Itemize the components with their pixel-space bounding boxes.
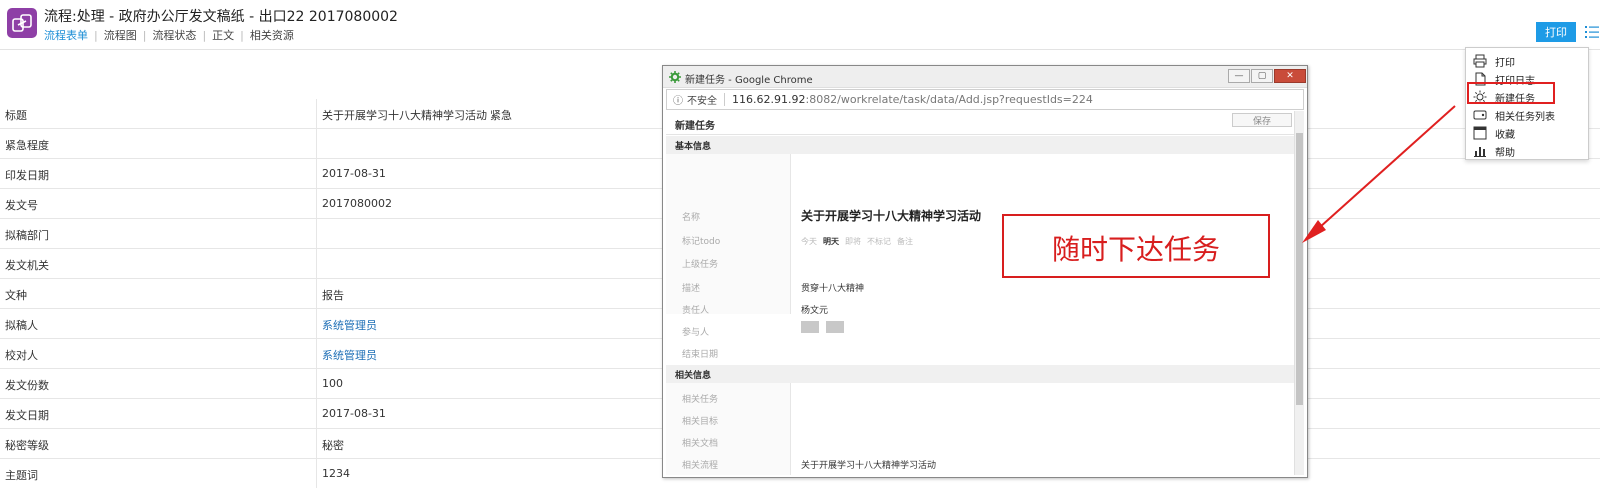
annotation-callout: 随时下达任务 — [1002, 214, 1270, 278]
annotation-text: 随时下达任务 — [1051, 233, 1220, 266]
annotation-arrow — [1302, 105, 1456, 243]
